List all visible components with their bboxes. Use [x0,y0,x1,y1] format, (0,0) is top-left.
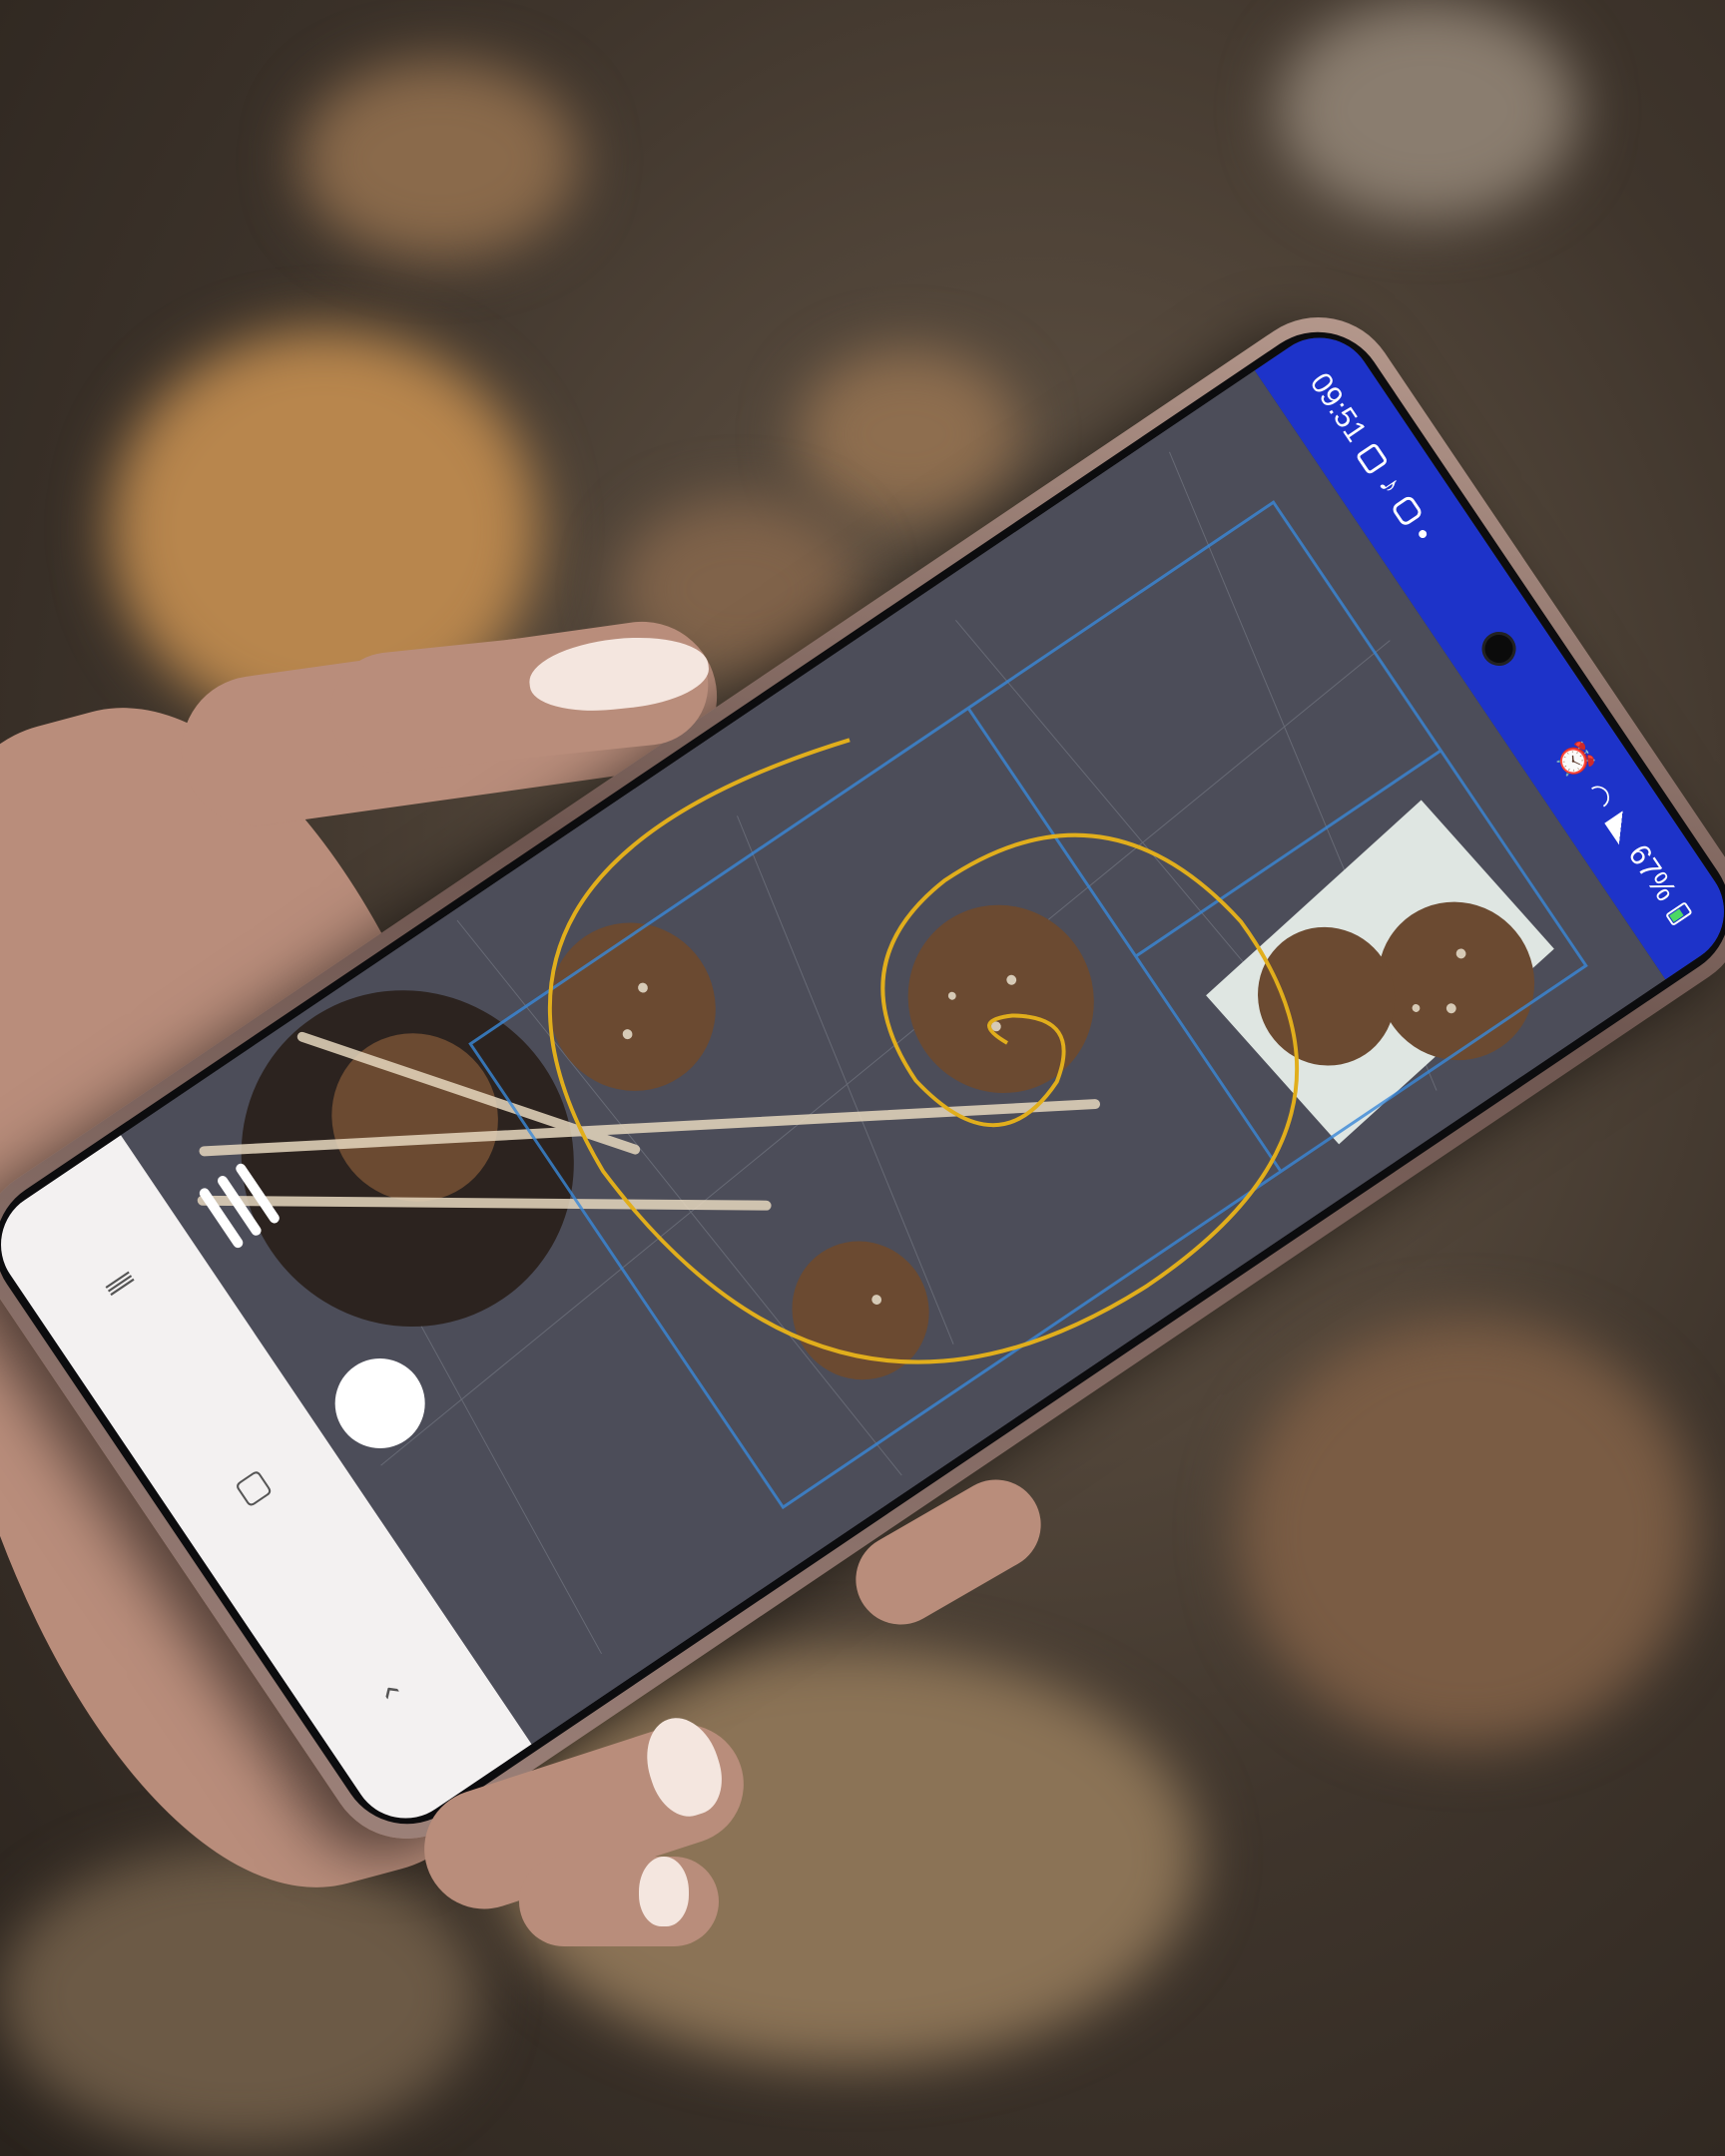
instagram-icon [1390,494,1425,528]
blurred-bread-roll [1238,1318,1697,1747]
alarm-icon: ⏰ [1550,735,1600,786]
battery-percent: 67% [1621,838,1683,907]
finger [519,1857,719,1946]
signal-icon [1604,810,1638,845]
recents-icon[interactable]: ⦀ [77,1243,160,1326]
fingernail [639,1857,689,1926]
blurred-twine-spool [1278,0,1577,220]
battery-icon [1664,901,1693,927]
back-icon[interactable]: ‹ [351,1649,434,1732]
wifi-icon: ◠ [1578,776,1621,816]
blurred-bread-roll [799,349,1018,519]
blurred-wheat [0,1847,479,2146]
blurred-bread-roll [299,60,579,260]
status-time: 09:51 [1303,366,1374,448]
tiktok-icon: ♪ [1372,469,1409,500]
dot-icon [1417,528,1429,540]
front-camera [1474,625,1523,673]
notification-square-icon [1355,441,1390,476]
home-icon[interactable]: ▢ [215,1445,297,1528]
